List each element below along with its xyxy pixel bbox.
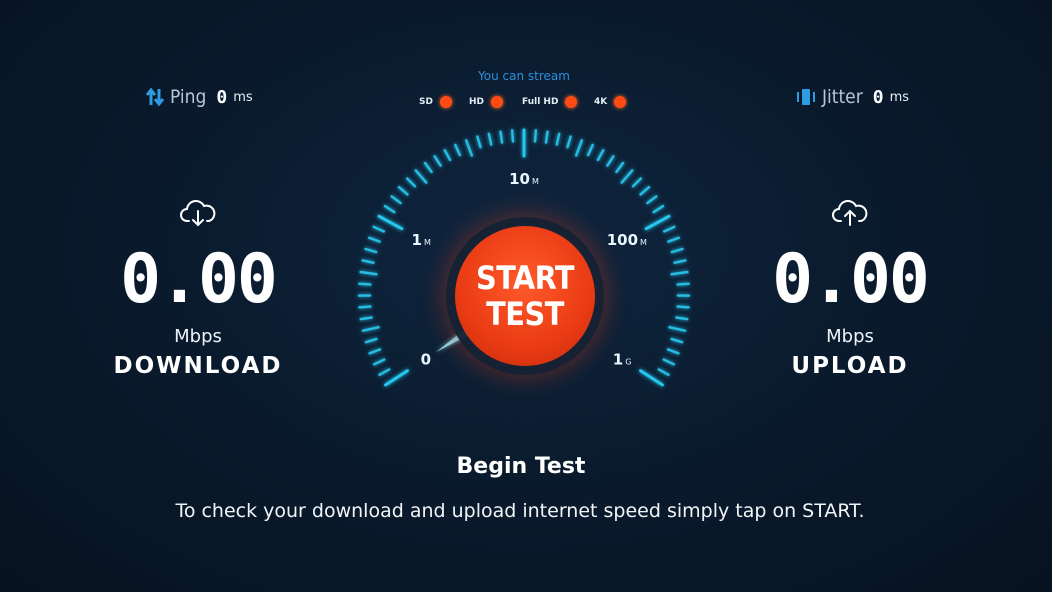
gauge-tick bbox=[620, 169, 634, 184]
gauge-tick bbox=[644, 214, 671, 231]
start-test-line2: TEST bbox=[486, 295, 564, 333]
start-test-line1: START bbox=[475, 259, 575, 297]
gauge-tick bbox=[433, 155, 442, 167]
gauge-tick bbox=[367, 236, 381, 243]
gauge-tick bbox=[384, 369, 409, 387]
gauge-tick bbox=[359, 270, 378, 276]
download-value: 0.00 bbox=[120, 240, 278, 319]
gauge-tick bbox=[652, 204, 665, 214]
gauge-tick bbox=[662, 358, 676, 366]
gauge-tick bbox=[364, 337, 378, 344]
upload-value: 0.00 bbox=[772, 240, 930, 319]
gauge-tick bbox=[454, 143, 462, 157]
upload-caption: UPLOAD bbox=[791, 353, 909, 379]
gauge-tick bbox=[586, 143, 594, 157]
cloud-upload-icon bbox=[832, 200, 868, 226]
gauge-tick bbox=[443, 149, 452, 162]
gauge-label-suffix: G bbox=[625, 358, 631, 367]
gauge-tick bbox=[397, 185, 409, 196]
gauge-label: 1G bbox=[613, 351, 632, 369]
gauge-tick bbox=[675, 316, 689, 321]
gauge-tick bbox=[555, 132, 561, 146]
gauge-tick bbox=[377, 214, 404, 231]
gauge-tick bbox=[662, 225, 676, 233]
gauge-tick bbox=[668, 325, 687, 332]
gauge-tick bbox=[606, 155, 615, 167]
upload-panel: 0.00 Mbps UPLOAD bbox=[750, 200, 950, 379]
gauge-tick bbox=[383, 204, 396, 214]
gauge-tick bbox=[358, 282, 372, 286]
gauge-tick bbox=[510, 129, 515, 143]
cloud-download-icon bbox=[180, 200, 216, 227]
gauge-tick bbox=[667, 236, 681, 243]
gauge-label-suffix: M bbox=[424, 238, 431, 247]
gauge-tick bbox=[676, 282, 690, 286]
gauge-tick bbox=[464, 139, 474, 157]
gauge-tick bbox=[359, 316, 373, 321]
gauge-tick bbox=[657, 368, 670, 376]
gauge-tick bbox=[596, 149, 605, 162]
gauge-tick bbox=[574, 139, 584, 157]
gauge-tick bbox=[676, 305, 690, 309]
gauge-tick bbox=[487, 132, 493, 146]
gauge-tick bbox=[670, 270, 689, 276]
gauge-label: 0 bbox=[421, 351, 431, 369]
gauge-tick bbox=[673, 259, 687, 264]
gauge-tick bbox=[372, 358, 386, 366]
gauge-tick bbox=[390, 195, 402, 205]
download-unit: Mbps bbox=[174, 326, 222, 347]
gauge-tick bbox=[666, 348, 680, 355]
gauge-label-suffix: M bbox=[532, 177, 539, 186]
download-caption: DOWNLOAD bbox=[113, 353, 283, 379]
gauge-tick bbox=[639, 185, 651, 196]
gauge-tick bbox=[566, 135, 572, 149]
gauge-tick bbox=[499, 130, 504, 144]
upload-unit: Mbps bbox=[826, 326, 874, 347]
gauge-label: 100 M bbox=[607, 231, 647, 249]
gauge-tick bbox=[615, 161, 625, 174]
download-panel: 0.00 Mbps DOWNLOAD bbox=[98, 200, 298, 379]
gauge-tick bbox=[361, 325, 380, 332]
gauge-tick bbox=[670, 247, 684, 254]
gauge-tick bbox=[639, 369, 664, 387]
gauge-tick bbox=[631, 177, 643, 188]
gauge-tick bbox=[358, 305, 372, 309]
gauge-tick bbox=[364, 247, 378, 254]
gauge-tick bbox=[533, 129, 538, 143]
gauge-tick bbox=[646, 195, 658, 205]
gauge-label: 10 M bbox=[509, 170, 539, 188]
gauge-tick bbox=[414, 169, 428, 184]
gauge-label: 1M bbox=[412, 231, 431, 249]
gauge-tick bbox=[476, 135, 482, 149]
gauge-tick bbox=[544, 130, 549, 144]
begin-title: Begin Test bbox=[456, 454, 586, 479]
gauge-tick bbox=[670, 337, 684, 344]
gauge-tick bbox=[372, 225, 386, 233]
gauge-tick bbox=[423, 161, 433, 174]
gauge-tick bbox=[378, 368, 391, 376]
gauge-tick bbox=[361, 259, 375, 264]
gauge-tick bbox=[405, 177, 417, 188]
gauge-tick bbox=[368, 348, 382, 355]
begin-description: To check your download and upload intern… bbox=[175, 500, 865, 522]
start-test-button[interactable]: START TEST bbox=[455, 226, 595, 366]
gauge-label-suffix: M bbox=[640, 238, 647, 247]
